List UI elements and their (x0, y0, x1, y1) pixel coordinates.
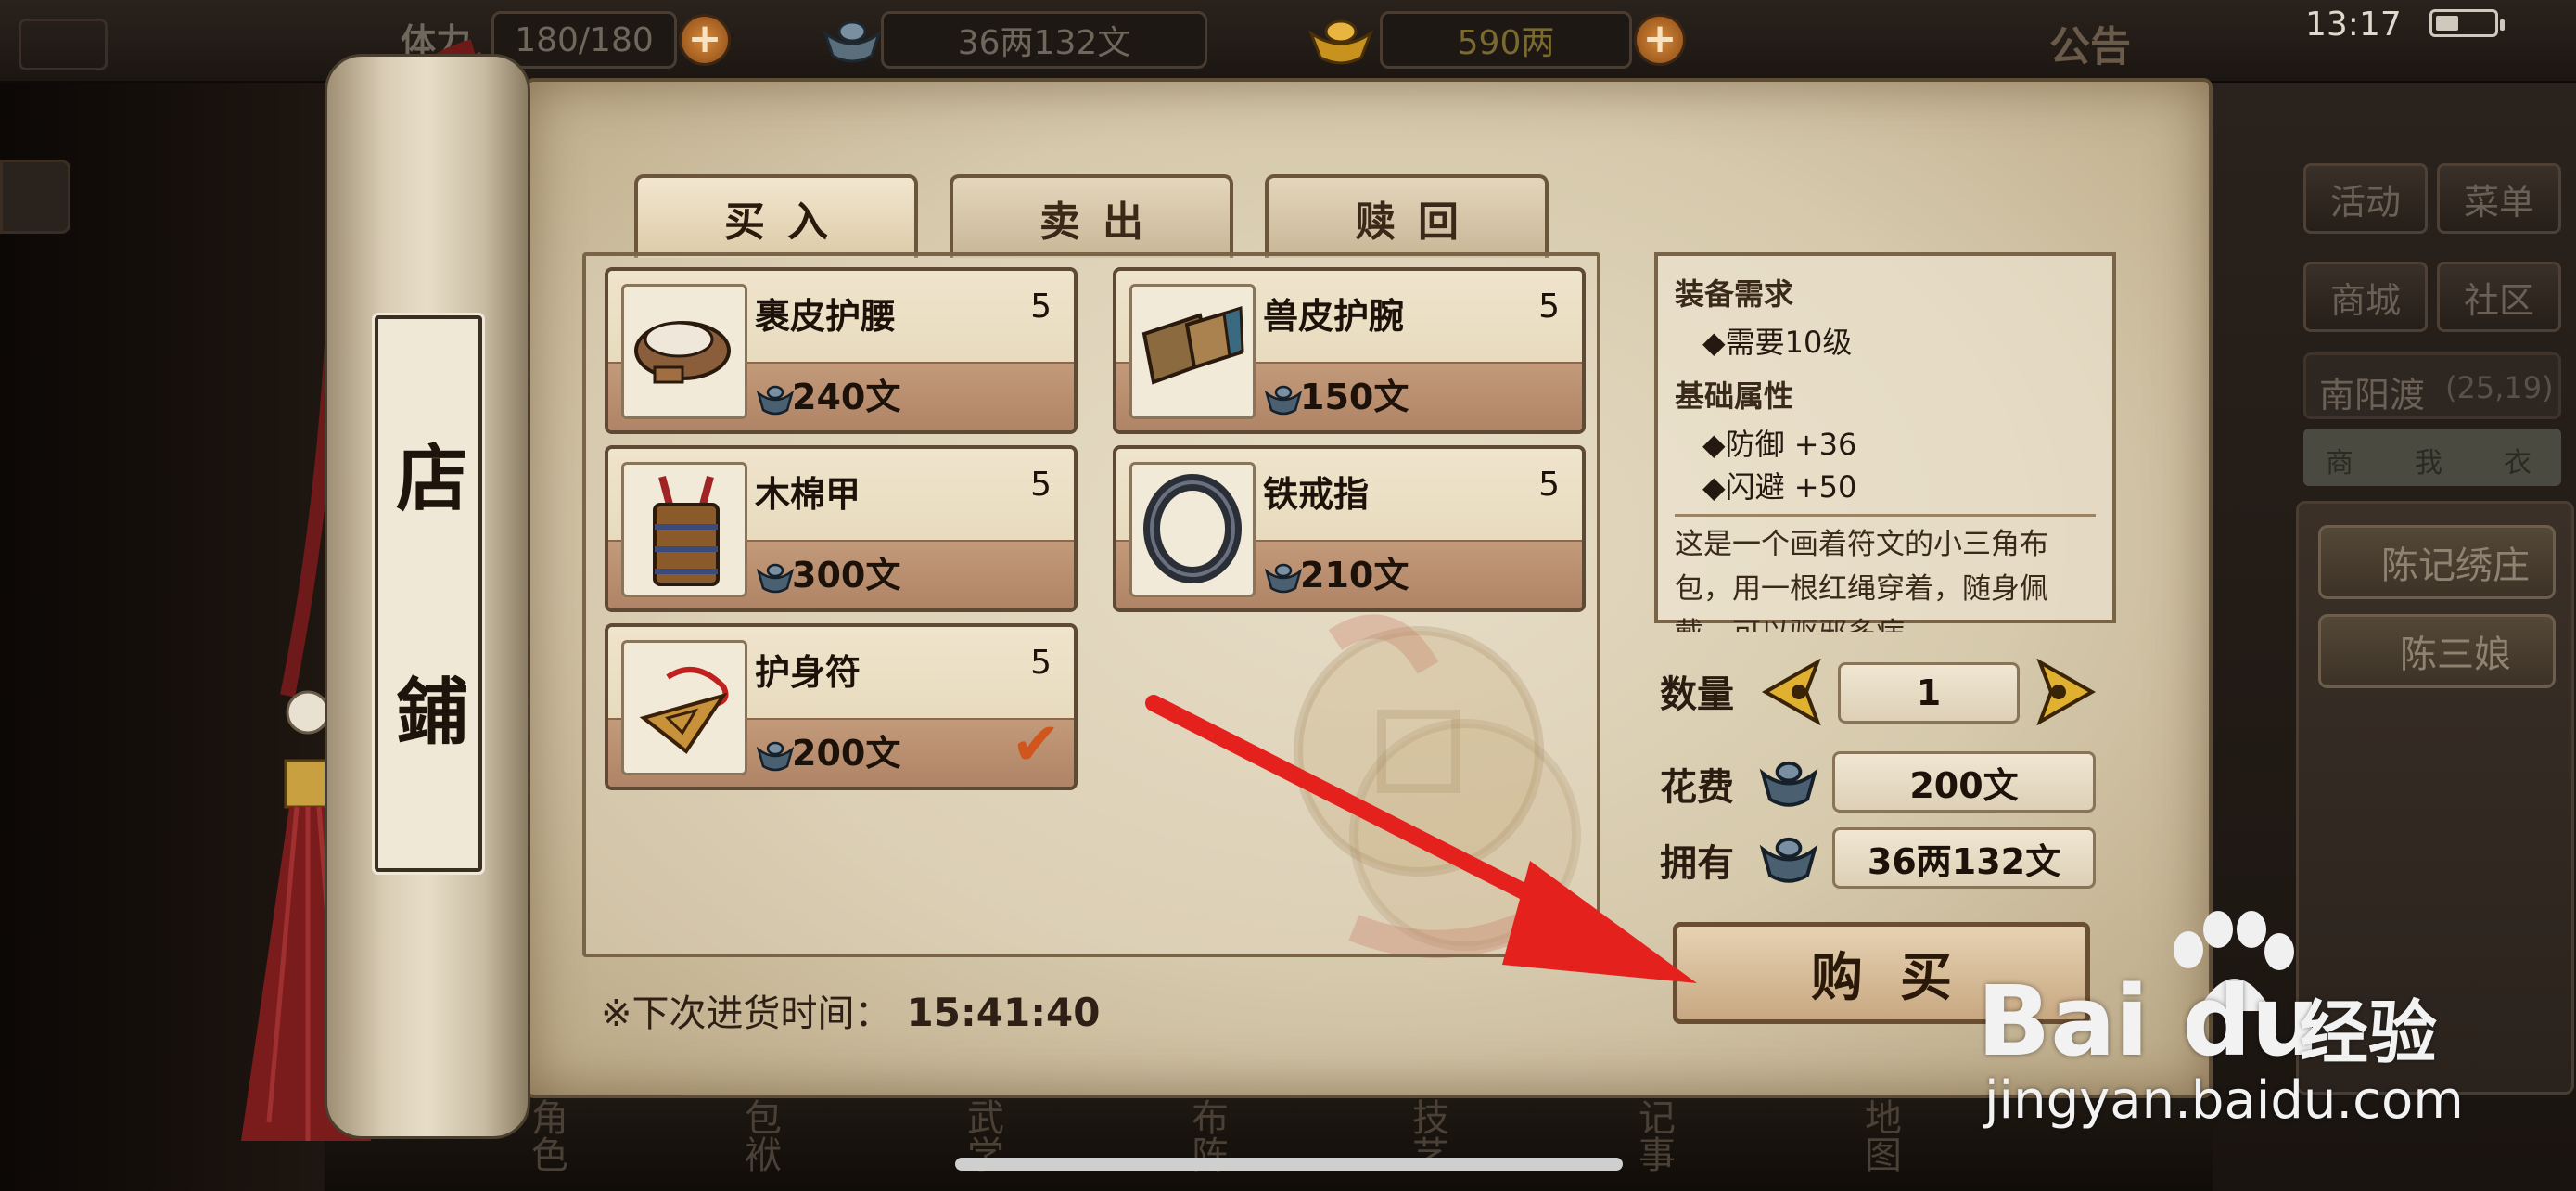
tab-sell[interactable]: 卖出 (950, 174, 1233, 258)
attribute-defense: ◆防御 +36 (1702, 427, 1857, 462)
silver-ingot-icon (1265, 385, 1302, 416)
cotton-armor-icon (653, 475, 720, 586)
location-box: 南阳渡 (25,19) (2303, 352, 2561, 419)
bracer-icon (1141, 305, 1244, 385)
cost-value: 200文 (1832, 751, 2096, 813)
watermark-url: jingyan.baidu.com (1984, 1070, 2464, 1131)
item-qty: 5 (1030, 288, 1052, 326)
nav-bag[interactable]: 包袱 (733, 1098, 786, 1172)
item-card-bracer[interactable]: 兽皮护腕 5 150文 (1113, 267, 1586, 434)
shop-title-char-1: 店 (395, 438, 468, 521)
selected-check-icon: ✔ (1011, 711, 1061, 779)
shortcut-me[interactable]: 我 (2415, 440, 2442, 480)
item-detail-box: 装备需求 ◆需要10级 基础属性 ◆防御 +36 ◆闪避 +50 这是一个画着符… (1654, 252, 2116, 632)
item-card-ring[interactable]: 铁戒指 5 210文 (1113, 445, 1586, 612)
quantity-input[interactable]: 1 (1838, 662, 2020, 724)
item-price: 200文 (792, 733, 901, 774)
requirement-header: 装备需求 (1675, 276, 1794, 312)
nav-map[interactable]: 地图 (1853, 1098, 1906, 1172)
item-price: 210文 (1300, 555, 1409, 596)
decrease-quantity-button[interactable] (1762, 659, 1821, 725)
iron-ring-icon (1143, 474, 1242, 583)
item-card-armor[interactable]: 木棉甲 5 300文 (605, 445, 1078, 612)
silver-ingot-icon (1759, 761, 1818, 807)
tab-redeem[interactable]: 赎回 (1265, 174, 1549, 258)
battery-icon (2429, 9, 2505, 37)
item-name: 裹皮护腰 (755, 296, 897, 337)
silver-ingot-icon (823, 20, 882, 63)
watermark-product: 经验 (2300, 993, 2437, 1073)
item-qty: 5 (1030, 466, 1052, 504)
notice-button[interactable]: 公告 (2049, 13, 2131, 72)
item-card-amulet[interactable]: 护身符 5 200文 ✔ (605, 623, 1078, 790)
back-button[interactable] (19, 19, 108, 70)
item-description: 这是一个画着符文的小三角布包，用一根红绳穿着，随身佩戴，可以驱邪多病 (1675, 514, 2096, 632)
gold-ingot-icon (1307, 19, 1374, 65)
item-card-belt[interactable]: 裹皮护腰 5 240文 (605, 267, 1078, 434)
attribute-dodge: ◆闪避 +50 (1702, 469, 1857, 505)
shortcut-shop[interactable]: 商 (2326, 440, 2353, 480)
location-name: 南阳渡 (2319, 375, 2426, 416)
item-name: 铁戒指 (1263, 474, 1370, 515)
item-price: 300文 (792, 555, 901, 596)
add-stamina-button[interactable]: + (679, 14, 731, 66)
item-name: 木棉甲 (755, 474, 861, 515)
silver-value: 36两132文 (881, 11, 1207, 69)
bottom-nav (325, 1098, 2213, 1191)
restock-label: ※下次进货时间： (601, 992, 892, 1035)
silver-ingot-icon (1759, 837, 1818, 883)
item-qty: 5 (1030, 644, 1052, 682)
home-indicator (955, 1158, 1623, 1171)
restock-timer: ※下次进货时间： 15:41:40 (601, 983, 1100, 1037)
item-price: 240文 (792, 377, 901, 417)
annotation-arrow-icon (1145, 695, 1697, 983)
item-name: 护身符 (755, 652, 861, 693)
add-gold-button[interactable]: + (1634, 14, 1686, 66)
mall-button[interactable]: 商城 (2303, 262, 2428, 332)
requirement-level: ◆需要10级 (1702, 325, 1853, 360)
item-qty: 5 (1538, 288, 1560, 326)
npc-chen-sanniang[interactable]: 陈三娘 (2318, 614, 2556, 688)
activity-button[interactable]: 活动 (2303, 163, 2428, 234)
leather-belt-icon (634, 321, 731, 384)
community-button[interactable]: 社区 (2437, 262, 2561, 332)
shop-title-plaque: 店 鋪 (372, 313, 485, 875)
clock: 13:17 (2305, 6, 2402, 44)
item-price: 150文 (1300, 377, 1409, 417)
watermark-brand: Bai du (1977, 965, 2320, 1078)
nav-journal[interactable]: 记事 (1626, 1098, 1680, 1172)
increase-quantity-button[interactable] (2036, 659, 2096, 725)
menu-button[interactable]: 菜单 (2437, 163, 2561, 234)
shop-title-char-2: 鋪 (395, 672, 468, 755)
item-name: 兽皮护腕 (1263, 296, 1405, 337)
gold-value: 590两 (1380, 11, 1632, 69)
amulet-icon (639, 667, 729, 754)
owned-value: 36两132文 (1832, 827, 2096, 889)
collapse-left-button[interactable] (0, 160, 70, 234)
item-qty: 5 (1538, 466, 1560, 504)
silver-ingot-icon (757, 563, 794, 594)
restock-time: 15:41:40 (906, 990, 1101, 1035)
silver-ingot-icon (1265, 563, 1302, 594)
attribute-header: 基础属性 (1675, 378, 1794, 414)
tab-buy[interactable]: 买入 (634, 174, 918, 258)
silver-ingot-icon (757, 741, 794, 772)
npc-chen-embroidery[interactable]: 陈记绣庄 (2318, 525, 2556, 599)
shortcut-clothing[interactable]: 衣 (2504, 440, 2531, 480)
silver-ingot-icon (757, 385, 794, 416)
shortcut-bar: 商 我 衣 (2303, 429, 2561, 486)
location-coords: (25,19) (2445, 370, 2554, 405)
